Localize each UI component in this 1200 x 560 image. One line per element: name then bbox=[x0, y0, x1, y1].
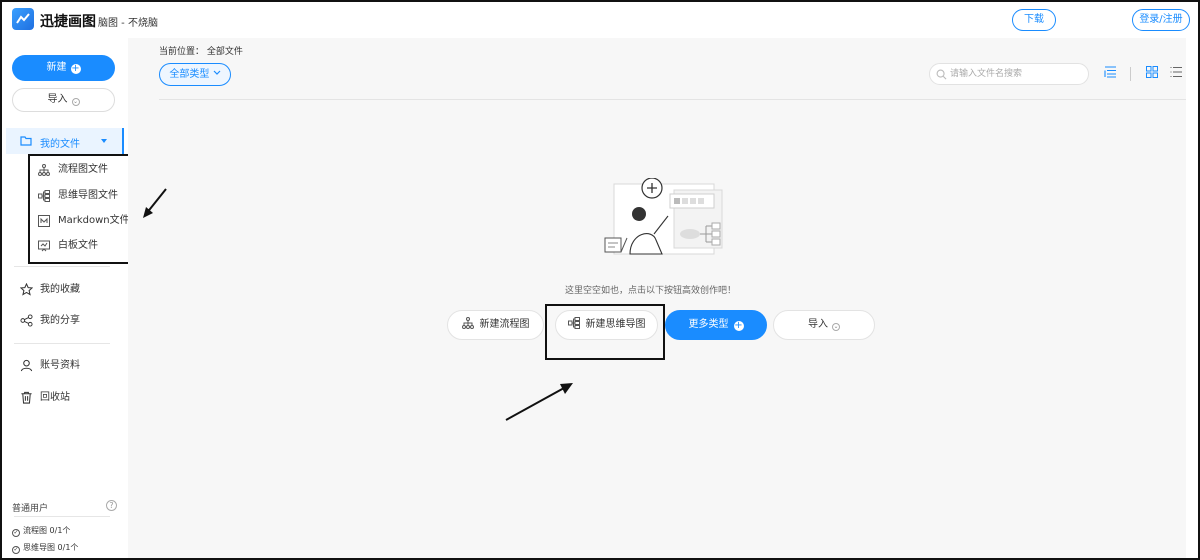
sidebar: 新建 + 导入 ⌄ 我的文件 流程图文件 思维导图文件 Markdown文件 白… bbox=[2, 38, 130, 558]
main-content: 当前位置： 全部文件 全部类型 请输入文件名搜索 这里空空如也，点击以下按钮高效… bbox=[128, 38, 1186, 558]
chevron-down-icon: ⌄ bbox=[832, 323, 840, 331]
sidebar-divider bbox=[14, 266, 110, 267]
plus-icon: + bbox=[733, 320, 744, 331]
annotation-arrow-icon bbox=[143, 188, 167, 218]
caret-down-icon bbox=[101, 139, 107, 143]
type-filter-label: 全部类型 bbox=[169, 69, 210, 80]
chevron-down-icon bbox=[213, 70, 221, 75]
app-subtitle: 脑图 - 不烧脑 bbox=[98, 18, 158, 29]
top-header: 迅捷画图 脑图 - 不烧脑 下载 登录/注册 bbox=[2, 2, 1198, 38]
breadcrumb: 当前位置： 全部文件 bbox=[159, 47, 243, 57]
search-input[interactable]: 请输入文件名搜索 bbox=[929, 63, 1089, 85]
sort-icon[interactable] bbox=[1104, 66, 1117, 78]
sidebar-item-label: 我的分享 bbox=[40, 315, 80, 326]
more-types-label: 更多类型 bbox=[688, 319, 729, 330]
user-type-label: 普通用户 bbox=[12, 504, 49, 514]
annotation-arrow-icon bbox=[505, 383, 573, 421]
sidebar-divider bbox=[14, 516, 110, 517]
quota-label: 流程图 0/1个 bbox=[23, 526, 71, 535]
empty-state-illustration bbox=[604, 178, 723, 255]
new-button-label: 新建 bbox=[46, 62, 67, 73]
check-circle-icon: ✓ bbox=[12, 529, 20, 537]
header-divider bbox=[159, 99, 1186, 100]
new-flowchart-button[interactable]: 新建流程图 bbox=[447, 310, 544, 340]
import-button[interactable]: 导入 ⌄ bbox=[12, 88, 115, 112]
trash-icon bbox=[21, 391, 32, 404]
flowchart-icon bbox=[461, 317, 474, 329]
right-gutter bbox=[1186, 38, 1198, 558]
annotation-box-mindmap bbox=[545, 304, 665, 360]
quota-mindmap: ✓ 思维导图 0/1个 bbox=[12, 542, 78, 554]
sidebar-item-my-files[interactable]: 我的文件 bbox=[6, 128, 124, 154]
sidebar-item-label: 回收站 bbox=[40, 392, 70, 403]
quota-flowchart: ✓ 流程图 0/1个 bbox=[12, 525, 70, 537]
new-flowchart-label: 新建流程图 bbox=[479, 319, 530, 330]
sidebar-item-label: 我的文件 bbox=[40, 139, 80, 150]
grid-view-icon[interactable] bbox=[1146, 66, 1158, 78]
import-file-button[interactable]: 导入 ⌄ bbox=[773, 310, 875, 340]
sidebar-item-label: 账号资料 bbox=[40, 360, 80, 371]
app-brand: 迅捷画图 bbox=[40, 14, 96, 30]
import-file-label: 导入 bbox=[808, 319, 828, 330]
download-button[interactable]: 下载 bbox=[1012, 9, 1056, 31]
annotation-box-submenu bbox=[28, 154, 134, 264]
quota-label: 思维导图 0/1个 bbox=[23, 543, 79, 552]
sidebar-item-label: 我的收藏 bbox=[40, 284, 80, 295]
folder-icon bbox=[20, 136, 32, 146]
login-register-button[interactable]: 登录/注册 bbox=[1132, 9, 1190, 31]
import-button-label: 导入 bbox=[47, 94, 68, 105]
toolbar-divider bbox=[1130, 67, 1131, 81]
user-icon bbox=[20, 359, 33, 372]
check-circle-icon: ✓ bbox=[12, 546, 20, 554]
new-button[interactable]: 新建 + bbox=[12, 55, 115, 81]
help-icon[interactable]: ? bbox=[106, 500, 117, 511]
type-filter-dropdown[interactable]: 全部类型 bbox=[159, 63, 231, 86]
empty-state-message: 这里空空如也，点击以下按钮高效创作吧！ bbox=[565, 286, 737, 296]
app-logo-icon[interactable] bbox=[12, 8, 34, 30]
share-icon bbox=[20, 314, 33, 327]
star-icon bbox=[20, 283, 33, 296]
search-placeholder: 请输入文件名搜索 bbox=[950, 69, 1023, 79]
sidebar-divider bbox=[14, 343, 110, 344]
more-types-button[interactable]: 更多类型 + bbox=[665, 310, 767, 340]
chevron-down-icon: ⌄ bbox=[71, 98, 80, 106]
list-view-icon[interactable] bbox=[1170, 66, 1182, 78]
plus-icon: + bbox=[70, 63, 81, 74]
search-icon bbox=[936, 69, 947, 80]
